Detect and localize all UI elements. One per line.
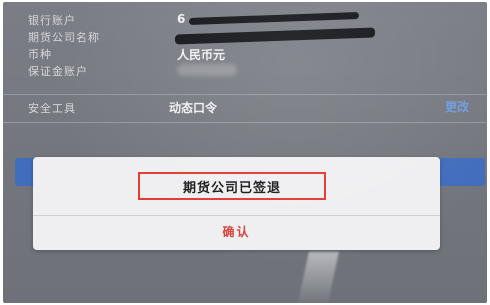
divider [3,122,487,123]
currency-label: 币种 [28,48,52,61]
alert-dialog: 期货公司已签退 确认 [33,157,440,250]
currency-value: 人民币元 [177,48,226,62]
security-tool-value: 动态口令 [169,101,218,115]
security-tool-label: 安全工具 [28,102,76,115]
blurred-value [177,64,237,76]
account-info-card: 银行账户 6 期货公司名称 币种 人民币元 保证金账户 [3,2,487,94]
margin-account-label: 保证金账户 [28,65,88,78]
confirm-button[interactable]: 确认 [33,219,440,245]
highlight-box: 期货公司已签退 [138,172,326,200]
dialog-separator [33,215,440,216]
bank-account-value: 6 [177,12,186,26]
dialog-message: 期货公司已签退 [182,180,281,196]
bank-account-label: 银行账户 [28,14,76,27]
currency-row: 币种 人民币元 [3,46,487,64]
screen-reflection [297,252,339,303]
margin-account-row: 保证金账户 [3,63,487,81]
futures-company-label: 期货公司名称 [28,31,100,44]
change-link[interactable]: 更改 [445,98,469,115]
security-tool-row[interactable]: 安全工具 动态口令 更改 [3,94,487,120]
phone-screen: 银行账户 6 期货公司名称 币种 人民币元 保证金账户 安全工具 动态口令 更改… [3,2,487,303]
